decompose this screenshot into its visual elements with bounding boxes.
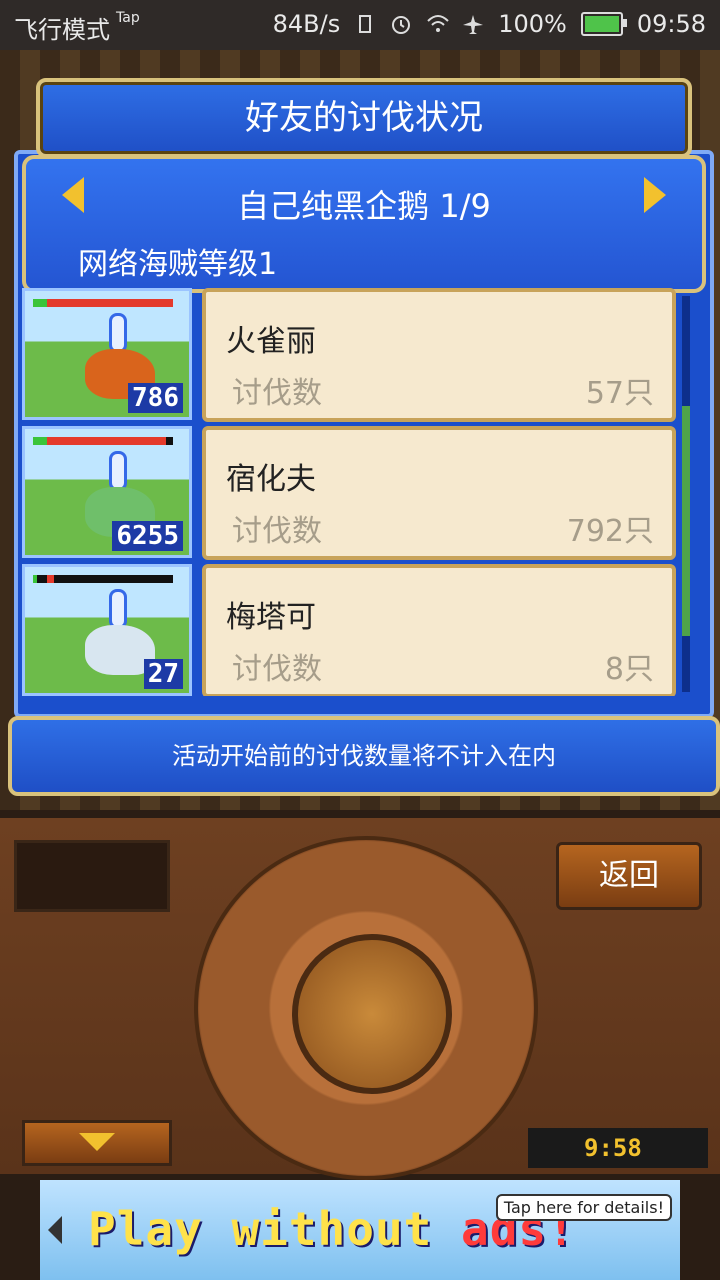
notice-bar: 活动开始前的讨伐数量将不计入在内 <box>8 716 720 796</box>
hp-bar <box>33 437 173 445</box>
defeat-label: 讨伐数 <box>232 376 322 411</box>
monster-level-badge: 6255 <box>112 521 183 551</box>
status-left: 飞行模式 Tap <box>14 10 140 45</box>
friend-level: 网络海贼等级1 <box>78 247 278 282</box>
back-button[interactable]: 返回 <box>556 842 702 910</box>
defeat-count: 8只 <box>604 652 654 687</box>
alarm-icon <box>390 13 412 35</box>
status-time: 09:58 <box>636 10 706 38</box>
monster-name: 梅塔可 <box>226 600 316 635</box>
tap-label: Tap <box>116 10 140 26</box>
wifi-icon <box>426 13 449 35</box>
down-arrow-icon <box>79 1133 115 1151</box>
dpad[interactable] <box>194 836 538 1180</box>
airplane-mode-label: 飞行模式 <box>14 16 110 44</box>
controller-panel: 返回 9:58 <box>0 818 720 1180</box>
list-item[interactable]: 786 火雀丽 讨伐数 57只 <box>22 288 682 426</box>
battery-icon <box>580 12 627 36</box>
airplane-icon <box>462 13 484 35</box>
game-clock: 9:58 <box>528 1128 708 1168</box>
ad-left-arrow-icon[interactable] <box>48 1216 62 1244</box>
exclaim-icon <box>109 589 127 629</box>
dpad-center-button[interactable] <box>292 934 452 1094</box>
exclaim-icon <box>109 313 127 353</box>
defeat-label: 讨伐数 <box>232 514 322 549</box>
monster-thumbnail: 27 <box>22 564 192 696</box>
monster-level-badge: 27 <box>143 659 183 689</box>
status-right: 84B/s 100% 09:58 <box>273 10 706 38</box>
dialog-title: 好友的讨伐状况 <box>36 78 692 158</box>
monster-card: 火雀丽 讨伐数 57只 <box>202 288 676 422</box>
ad-text-main: Play without <box>88 1202 462 1256</box>
hp-bar <box>33 299 173 307</box>
monster-thumbnail: 6255 <box>22 426 192 558</box>
hp-bar <box>33 575 173 583</box>
ad-banner[interactable]: Play without ads! Tap here for details! <box>40 1180 680 1280</box>
monster-thumbnail: 786 <box>22 288 192 420</box>
ad-tap-label[interactable]: Tap here for details! <box>495 1194 672 1221</box>
friend-name: 自己纯黑企鹅 1/9 <box>237 187 491 225</box>
monster-name: 火雀丽 <box>226 324 316 359</box>
scroll-down-button[interactable] <box>22 1120 172 1166</box>
monster-name: 宿化夫 <box>226 462 316 497</box>
list-item[interactable]: 6255 宿化夫 讨伐数 792只 <box>22 426 682 564</box>
friend-header: 自己纯黑企鹅 1/9 网络海贼等级1 <box>22 155 706 293</box>
battery-percent: 100% <box>498 10 567 38</box>
monster-level-badge: 786 <box>128 383 183 413</box>
defeat-list[interactable]: 786 火雀丽 讨伐数 57只 6255 宿化夫 讨伐数 792只 27 梅塔可 <box>22 288 682 696</box>
defeat-label: 讨伐数 <box>232 652 322 687</box>
list-scrollbar[interactable] <box>682 296 690 692</box>
defeat-count: 792只 <box>566 514 654 549</box>
list-item[interactable]: 27 梅塔可 讨伐数 8只 <box>22 564 682 696</box>
mini-screen <box>14 840 170 912</box>
defeat-count: 57只 <box>585 376 654 411</box>
vibrate-icon <box>354 13 376 35</box>
status-bar: 飞行模式 Tap 84B/s 100% 09:58 <box>0 0 720 50</box>
monster-card: 梅塔可 讨伐数 8只 <box>202 564 676 696</box>
net-speed: 84B/s <box>272 10 341 38</box>
monster-card: 宿化夫 讨伐数 792只 <box>202 426 676 560</box>
exclaim-icon <box>109 451 127 491</box>
